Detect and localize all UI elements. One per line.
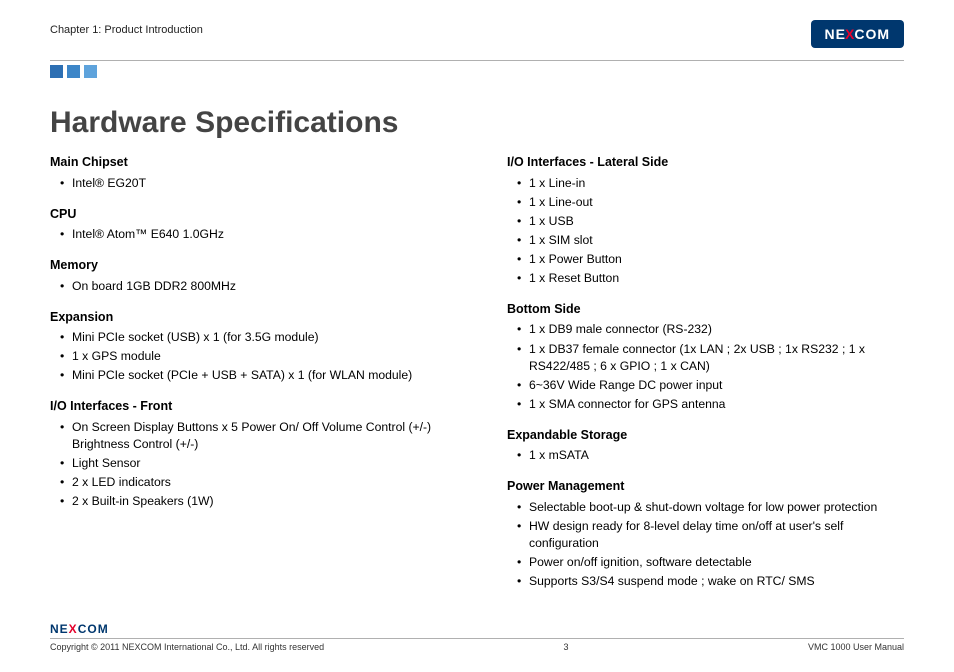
list-item: 2 x Built-in Speakers (1W): [62, 493, 447, 510]
section-heading: Main Chipset: [50, 154, 447, 172]
list-item: 2 x LED indicators: [62, 474, 447, 491]
list-item: 1 x Power Button: [519, 251, 904, 268]
list-item: 1 x Line-in: [519, 175, 904, 192]
list-item: HW design ready for 8-level delay time o…: [519, 518, 904, 552]
spec-list: Intel® Atom™ E640 1.0GHz: [50, 226, 447, 243]
list-item: On Screen Display Buttons x 5 Power On/ …: [62, 419, 447, 453]
list-item: 1 x SIM slot: [519, 232, 904, 249]
footer-logo: NEXCOM: [50, 622, 109, 636]
logo-text-ne: NE: [825, 26, 846, 42]
list-item: 1 x GPS module: [62, 348, 447, 365]
list-item: Mini PCIe socket (PCIe + USB + SATA) x 1…: [62, 367, 447, 384]
divider-top: [50, 60, 904, 61]
square-icon: [84, 65, 97, 78]
list-item: 1 x DB37 female connector (1x LAN ; 2x U…: [519, 341, 904, 375]
list-item: On board 1GB DDR2 800MHz: [62, 278, 447, 295]
spec-list: 1 x Line-in 1 x Line-out 1 x USB 1 x SIM…: [507, 175, 904, 287]
decorative-squares: [50, 65, 904, 78]
chapter-label: Chapter 1: Product Introduction: [50, 20, 203, 36]
list-item: 1 x DB9 male connector (RS-232): [519, 321, 904, 338]
column-right: I/O Interfaces - Lateral Side 1 x Line-i…: [507, 154, 904, 592]
spec-list: Intel® EG20T: [50, 175, 447, 192]
list-item: Mini PCIe socket (USB) x 1 (for 3.5G mod…: [62, 329, 447, 346]
list-item: Power on/off ignition, software detectab…: [519, 554, 904, 571]
section-heading: Power Management: [507, 478, 904, 496]
logo-x-icon: X: [845, 26, 855, 42]
section-heading: Expandable Storage: [507, 427, 904, 445]
copyright-text: Copyright © 2011 NEXCOM International Co…: [50, 642, 324, 652]
spec-list: Selectable boot-up & shut-down voltage f…: [507, 499, 904, 590]
list-item: 1 x Reset Button: [519, 270, 904, 287]
section-heading: I/O Interfaces - Lateral Side: [507, 154, 904, 172]
column-left: Main Chipset Intel® EG20T CPU Intel® Ato…: [50, 154, 447, 592]
list-item: Selectable boot-up & shut-down voltage f…: [519, 499, 904, 516]
list-item: 1 x Line-out: [519, 194, 904, 211]
divider-bottom: [50, 638, 904, 639]
manual-name: VMC 1000 User Manual: [808, 642, 904, 652]
spec-list: 1 x mSATA: [507, 447, 904, 464]
list-item: Intel® EG20T: [62, 175, 447, 192]
square-icon: [67, 65, 80, 78]
square-icon: [50, 65, 63, 78]
spec-list: On board 1GB DDR2 800MHz: [50, 278, 447, 295]
page-number: 3: [324, 642, 808, 652]
section-heading: I/O Interfaces - Front: [50, 398, 447, 416]
spec-list: On Screen Display Buttons x 5 Power On/ …: [50, 419, 447, 510]
section-heading: Memory: [50, 257, 447, 275]
logo-x-icon: X: [69, 622, 78, 636]
spec-list: 1 x DB9 male connector (RS-232) 1 x DB37…: [507, 321, 904, 412]
logo-text-com: COM: [854, 26, 890, 42]
section-heading: Expansion: [50, 309, 447, 327]
list-item: Intel® Atom™ E640 1.0GHz: [62, 226, 447, 243]
brand-logo: NEXCOM: [811, 20, 904, 48]
logo-text-ne: NE: [50, 622, 69, 636]
logo-text-com: COM: [78, 622, 109, 636]
spec-list: Mini PCIe socket (USB) x 1 (for 3.5G mod…: [50, 329, 447, 384]
list-item: Supports S3/S4 suspend mode ; wake on RT…: [519, 573, 904, 590]
page-title: Hardware Specifications: [50, 106, 904, 140]
list-item: 1 x SMA connector for GPS antenna: [519, 396, 904, 413]
list-item: 6~36V Wide Range DC power input: [519, 377, 904, 394]
list-item: 1 x USB: [519, 213, 904, 230]
list-item: 1 x mSATA: [519, 447, 904, 464]
section-heading: Bottom Side: [507, 301, 904, 319]
section-heading: CPU: [50, 206, 447, 224]
list-item: Light Sensor: [62, 455, 447, 472]
